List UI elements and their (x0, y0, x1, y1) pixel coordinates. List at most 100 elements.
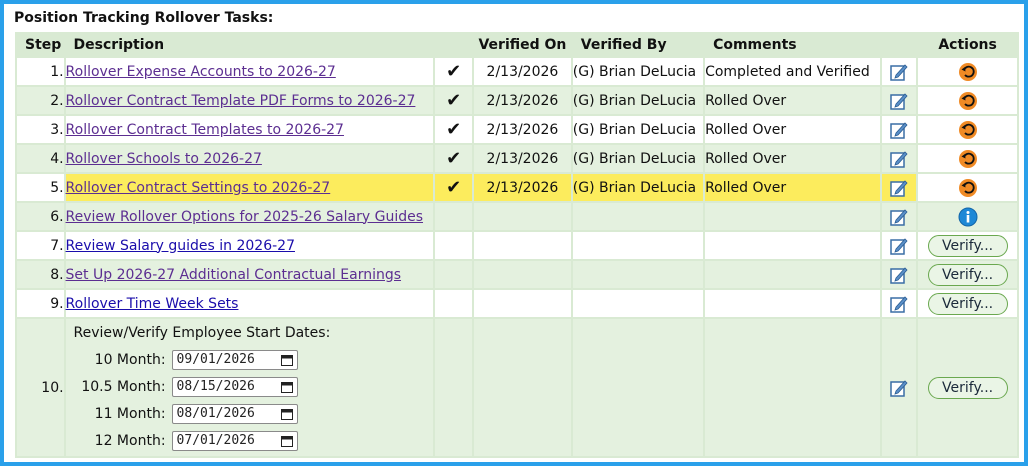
actions-cell (918, 145, 1017, 172)
start-date-label: 12 Month: (94, 432, 166, 449)
comments (705, 319, 880, 456)
task-link[interactable]: Rollover Contract Templates to 2026-27 (66, 122, 344, 138)
edit-icon[interactable] (889, 207, 909, 227)
calendar-icon[interactable] (280, 381, 293, 393)
table-row: 3. Rollover Contract Templates to 2026-2… (17, 116, 1017, 143)
task-link[interactable]: Set Up 2026-27 Additional Contractual Ea… (66, 267, 401, 283)
header-verified-on: Verified On (474, 34, 571, 56)
task-link[interactable]: Rollover Time Week Sets (66, 296, 239, 312)
edit-cell (881, 290, 917, 317)
actions-cell: Verify... (918, 319, 1017, 456)
table-row: 6. Review Rollover Options for 2025-26 S… (17, 203, 1017, 230)
verified-on (474, 261, 571, 288)
verified-check: ✔ (435, 87, 473, 114)
verified-on (474, 203, 571, 230)
undo-icon[interactable] (958, 178, 978, 198)
step-number: 2. (17, 87, 64, 114)
start-date-input[interactable]: 09/01/2026 (171, 349, 298, 370)
page-title: Position Tracking Rollover Tasks: (14, 10, 274, 26)
task-description-cell: Rollover Time Week Sets (65, 290, 434, 317)
edit-icon[interactable] (889, 378, 909, 398)
info-icon[interactable] (958, 207, 978, 227)
table-row: 10. Review/Verify Employee Start Dates: … (17, 319, 1017, 456)
edit-icon[interactable] (889, 149, 909, 169)
step-number: 4. (17, 145, 64, 172)
header-check (435, 34, 473, 56)
task-link[interactable]: Review Salary guides in 2026-27 (66, 238, 295, 254)
rollover-tasks-table: Step Description Verified On Verified By… (15, 32, 1019, 458)
actions-cell (918, 203, 1017, 230)
verified-check (435, 203, 473, 230)
task-description-cell: Rollover Schools to 2026-27 (65, 145, 434, 172)
edit-icon[interactable] (889, 120, 909, 140)
verified-on: 2/13/2026 (474, 145, 571, 172)
start-date-label: 10.5 Month: (81, 378, 166, 395)
header-description: Description (65, 34, 434, 56)
task-link[interactable]: Rollover Expense Accounts to 2026-27 (66, 64, 336, 80)
verify-button[interactable]: Verify... (927, 263, 1008, 286)
verified-by: (G) Brian DeLucia (572, 87, 704, 114)
edit-cell (881, 87, 917, 114)
task-description-cell: Review Salary guides in 2026-27 (65, 232, 434, 259)
actions-cell (918, 174, 1017, 201)
task-link[interactable]: Rollover Schools to 2026-27 (66, 151, 262, 167)
edit-icon[interactable] (889, 236, 909, 256)
verified-check: ✔ (435, 116, 473, 143)
task-description-cell: Rollover Contract Templates to 2026-27 (65, 116, 434, 143)
step-number: 5. (17, 174, 64, 201)
task-description-cell: Rollover Contract Template PDF Forms to … (65, 87, 434, 114)
start-date-input[interactable]: 08/15/2026 (171, 376, 298, 397)
checkmark-icon: ✔ (446, 148, 462, 169)
actions-cell: Verify... (918, 261, 1017, 288)
step-number: 3. (17, 116, 64, 143)
checkmark-icon: ✔ (446, 177, 462, 198)
verify-button[interactable]: Verify... (927, 376, 1008, 399)
verify-button[interactable]: Verify... (927, 292, 1008, 315)
comments: Rolled Over (705, 145, 880, 172)
verified-on (474, 232, 571, 259)
table-row: 4. Rollover Schools to 2026-27 ✔ 2/13/20… (17, 145, 1017, 172)
start-date-row: 10.5 Month: 08/15/2026 (74, 373, 434, 400)
task-link[interactable]: Rollover Contract Template PDF Forms to … (66, 93, 416, 109)
table-row: 7. Review Salary guides in 2026-27 Verif… (17, 232, 1017, 259)
calendar-icon[interactable] (280, 354, 293, 366)
edit-icon[interactable] (889, 265, 909, 285)
checkmark-icon: ✔ (446, 90, 462, 111)
start-date-input[interactable]: 07/01/2026 (171, 430, 298, 451)
comments (705, 203, 880, 230)
start-dates-block: Review/Verify Employee Start Dates: 10 M… (66, 319, 434, 456)
edit-cell (881, 261, 917, 288)
undo-icon[interactable] (958, 91, 978, 111)
task-description-cell: Rollover Expense Accounts to 2026-27 (65, 58, 434, 85)
undo-icon[interactable] (958, 120, 978, 140)
edit-icon[interactable] (889, 294, 909, 314)
edit-icon[interactable] (889, 91, 909, 111)
verified-on: 2/13/2026 (474, 58, 571, 85)
edit-icon[interactable] (889, 62, 909, 82)
comments (705, 261, 880, 288)
comments (705, 232, 880, 259)
edit-icon[interactable] (889, 178, 909, 198)
start-date-input[interactable]: 08/01/2026 (171, 403, 298, 424)
task-link[interactable]: Rollover Contract Settings to 2026-27 (66, 180, 331, 196)
verified-by (572, 232, 704, 259)
start-date-value: 08/01/2026 (176, 406, 255, 421)
verify-button[interactable]: Verify... (927, 234, 1008, 257)
verified-check: ✔ (435, 58, 473, 85)
table-row: 8. Set Up 2026-27 Additional Contractual… (17, 261, 1017, 288)
step-number: 10. (17, 319, 64, 456)
table-row: 2. Rollover Contract Template PDF Forms … (17, 87, 1017, 114)
step-number: 1. (17, 58, 64, 85)
calendar-icon[interactable] (280, 435, 293, 447)
edit-cell (881, 319, 917, 456)
undo-icon[interactable] (958, 62, 978, 82)
verified-by: (G) Brian DeLucia (572, 145, 704, 172)
task-link[interactable]: Review Rollover Options for 2025-26 Sala… (66, 209, 423, 225)
start-date-value: 07/01/2026 (176, 433, 255, 448)
undo-icon[interactable] (958, 149, 978, 169)
actions-cell: Verify... (918, 290, 1017, 317)
verified-check: ✔ (435, 174, 473, 201)
verified-on: 2/13/2026 (474, 116, 571, 143)
calendar-icon[interactable] (280, 408, 293, 420)
edit-cell (881, 58, 917, 85)
